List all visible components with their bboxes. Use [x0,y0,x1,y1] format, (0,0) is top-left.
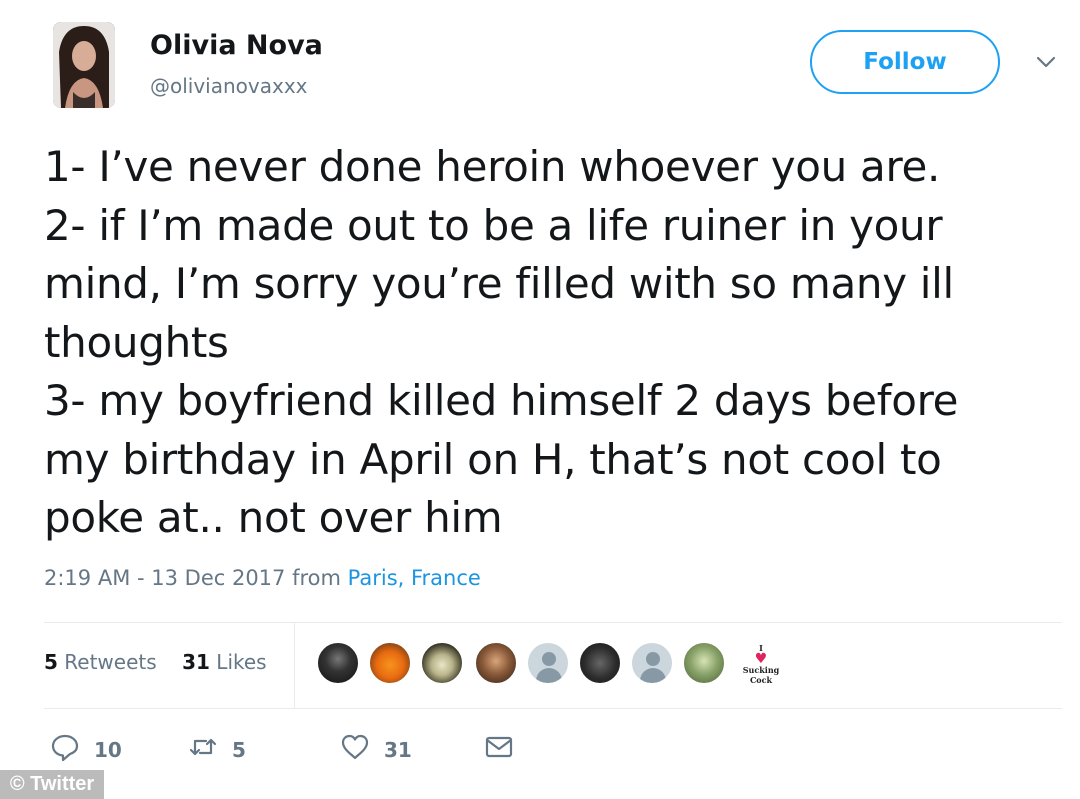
liker-text-line: Sucking [742,665,780,675]
reply-count: 10 [94,737,122,762]
tweet-timestamp[interactable]: 2:19 AM - 13 Dec 2017 from [44,566,341,590]
divider [294,622,295,708]
divider [44,708,1062,709]
tweet-text: 1- I’ve never done heroin whoever you ar… [44,138,1044,548]
tweet-line: 1- I’ve never done heroin whoever you ar… [44,142,941,191]
likes-stat[interactable]: 31 Likes [182,650,267,674]
liker-avatar[interactable] [630,641,674,685]
retweet-button[interactable]: 5 [188,732,246,767]
heart-icon [340,732,370,767]
tweet-location-link[interactable]: Paris, France [348,566,481,590]
tweet-line: thoughts [44,317,229,367]
tweet-line: 3- my boyfriend killed himself 2 days be… [44,376,959,425]
direct-message-button[interactable] [484,732,514,767]
retweet-icon [188,732,218,767]
author-avatar[interactable] [53,22,115,108]
divider [44,622,1062,623]
reply-button[interactable]: 10 [50,732,122,767]
author-handle[interactable]: @olivianovaxxx [150,74,308,98]
reply-icon [50,732,80,767]
retweets-label: Retweets [64,650,157,674]
liker-avatar[interactable] [420,641,464,685]
liker-avatar[interactable] [526,641,570,685]
liker-avatar[interactable] [316,641,360,685]
liker-avatar[interactable] [368,641,412,685]
tweet-metadata: 2:19 AM - 13 Dec 2017 from Paris, France [44,566,481,590]
liker-text-line: Cock [749,675,773,685]
tweet-line: 2- if I’m made out to be a life ruiner i… [44,200,943,250]
likes-count: 31 [182,650,210,674]
chevron-down-icon[interactable] [1034,54,1058,70]
heart-icon: ♥ [754,651,768,667]
tweet-line: my birthday in April on H, that’s not co… [44,434,942,484]
likes-label: Likes [216,650,267,674]
retweets-count: 5 [44,650,58,674]
retweets-stat[interactable]: 5 Retweets [44,650,157,674]
like-count: 31 [384,737,412,762]
copyright-watermark: © Twitter [0,770,104,799]
tweet-stats: 5 Retweets 31 Likes [44,650,267,674]
retweet-count: 5 [232,737,246,762]
liker-avatar[interactable] [682,641,726,685]
envelope-icon [484,732,514,767]
liker-avatar[interactable]: I ♥ Sucking Cock [734,643,788,685]
tweet-line: mind, I’m sorry you’re filled with so ma… [44,259,954,308]
liker-avatar[interactable] [578,641,622,685]
author-name[interactable]: Olivia Nova [150,30,323,61]
like-button[interactable]: 31 [340,732,412,767]
follow-button[interactable]: Follow [810,30,1000,94]
liker-avatar[interactable] [474,641,518,685]
tweet-line: poke at.. not over him [44,493,503,542]
